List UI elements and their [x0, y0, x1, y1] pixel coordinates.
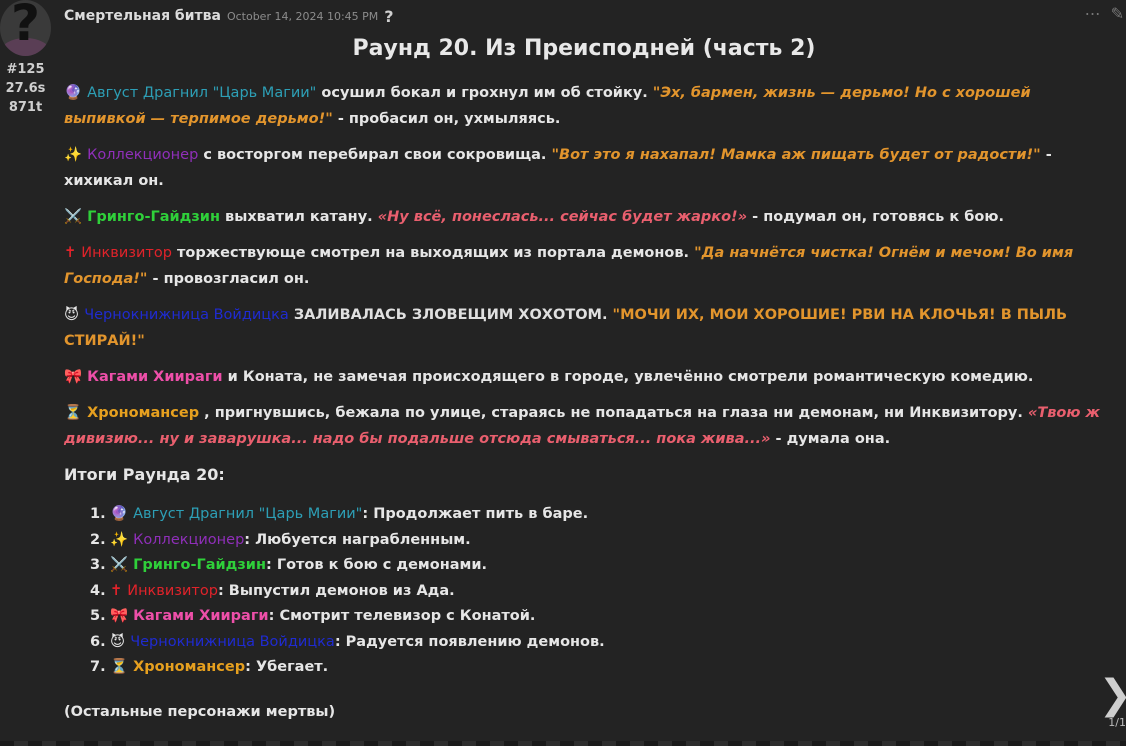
avatar[interactable]: ? — [0, 0, 51, 56]
hourglass-icon: ⏳ — [110, 659, 129, 675]
character-name-gringo: Гринго-Гайдзин — [87, 209, 220, 225]
devil-icon: 😈 — [64, 307, 80, 323]
paragraph-tail: - подумал он, готовясь к бою. — [747, 209, 1004, 225]
footer-note: (Остальные персонажи мертвы) — [64, 703, 336, 720]
character-name-collector: Коллекционер — [133, 531, 245, 548]
cross-icon: ✝ — [64, 245, 77, 261]
summary-text: : Смотрит телевизор с Конатой. — [268, 608, 536, 624]
list-item: 1. 🔮 Август Драгнил "Царь Магии": Продол… — [64, 502, 1104, 528]
list-item: 3. ⚔️ Гринго-Гайдзин: Готов к бою с демо… — [64, 553, 1104, 579]
list-item: 4. ✝ Инквизитор: Выпустил демонов из Ада… — [64, 579, 1104, 605]
question-mark-icon: ? — [10, 0, 40, 52]
paragraph-quote: «Ну всё, понеслась... сейчас будет жарко… — [377, 209, 748, 225]
character-name-avgust: Август Драгнил "Царь Магии" — [133, 506, 363, 522]
hourglass-icon: ⏳ — [64, 405, 83, 421]
paragraph-inquisitor: ✝ Инквизитор торжествующе смотрел на вых… — [64, 240, 1104, 292]
crystal-ball-icon: 🔮 — [64, 85, 83, 101]
list-number: 3. — [90, 557, 106, 573]
paragraph-action: с восторгом перебирал свои сокровища. — [198, 147, 552, 163]
summary-text: : Любуется награбленным. — [244, 531, 471, 548]
paragraph-tail: - пробасил он, ухмыляясь. — [332, 111, 561, 127]
character-name-warlock: Чернокнижница Войдицка — [84, 307, 289, 323]
paragraph-tail: - провозгласил он. — [147, 271, 310, 287]
next-arrow-icon[interactable]: ❯ — [1098, 675, 1126, 715]
paragraph-gringo: ⚔️ Гринго-Гайдзин выхватил катану. «Ну в… — [64, 204, 1104, 230]
cross-icon: ✝ — [110, 582, 123, 599]
list-number: 6. — [90, 633, 106, 650]
list-number: 2. — [90, 531, 106, 548]
paragraph-warlock: 😈 Чернокнижница Войдицка ЗАЛИВАЛАСЬ ЗЛОВ… — [64, 302, 1104, 354]
character-name-chrono: Хрономансер — [133, 659, 246, 675]
paragraph-action: торжествующе смотрел на выходящих из пор… — [171, 245, 695, 261]
post-time-stat: 27.6s — [5, 81, 46, 96]
crystal-ball-icon: 🔮 — [110, 506, 129, 522]
sparkles-icon: ✨ — [64, 147, 83, 163]
paragraph-chrono: ⏳ Хрономансер , пригнувшись, бежала по у… — [64, 400, 1104, 452]
pager: 1/1 — [1108, 716, 1126, 729]
paragraph-action: выхватил катану. — [219, 209, 378, 225]
character-name-gringo: Гринго-Гайдзин — [133, 557, 266, 573]
post-content: Раунд 20. Из Преисподней (часть 2) 🔮 Авг… — [64, 32, 1104, 725]
ribbon-icon: 🎀 — [110, 608, 129, 624]
post-title: Раунд 20. Из Преисподней (часть 2) — [352, 36, 816, 61]
paragraph-avgust: 🔮 Август Драгнил "Царь Магии" осушил бок… — [64, 80, 1104, 132]
character-name-kagami: Кагами Хиираги — [87, 369, 223, 385]
character-name-warlock: Чернокнижница Войдицка — [130, 633, 335, 650]
devil-icon: 😈 — [110, 633, 126, 650]
post-token-stat: 871t — [8, 100, 43, 115]
summary-text: : Выпустил демонов из Ада. — [217, 582, 455, 599]
summary-text: : Убегает. — [245, 659, 329, 675]
character-name-inquisitor: Инквизитор — [127, 582, 218, 599]
post-actions: ⋯ ✎ — [1085, 4, 1124, 23]
crossed-swords-icon: ⚔️ — [64, 209, 83, 225]
list-item: 5. 🎀 Кагами Хиираги: Смотрит телевизор с… — [64, 604, 1104, 630]
paragraph-action: и Коната, не замечая происходящего в гор… — [222, 369, 1034, 385]
more-options-icon[interactable]: ⋯ — [1085, 4, 1101, 23]
paragraph-action: ЗАЛИВАЛАСЬ ЗЛОВЕЩИМ ХОХОТОМ. — [288, 307, 613, 323]
list-item: 7. ⏳ Хрономансер: Убегает. — [64, 655, 1104, 681]
list-number: 5. — [90, 608, 106, 624]
post-date: October 14, 2024 10:45 PM — [226, 9, 379, 23]
summary-list: 1. 🔮 Август Драгнил "Царь Магии": Продол… — [64, 502, 1104, 681]
summary-text: : Радуется появлению демонов. — [334, 633, 605, 650]
post-number: #125 — [6, 62, 45, 77]
paragraph-action: осушил бокал и грохнул им об стойку. — [316, 85, 653, 101]
paragraph-action: , пригнувшись, бежала по улице, стараясь… — [199, 405, 1028, 421]
author-name[interactable]: Смертельная битва — [64, 8, 221, 24]
list-item: 6. 😈 Чернокнижница Войдицка: Радуется по… — [64, 630, 1104, 656]
list-number: 1. — [90, 506, 106, 522]
edit-icon[interactable]: ✎ — [1111, 4, 1124, 23]
summary-title: Итоги Раунда 20: — [64, 465, 225, 484]
character-name-chrono: Хрономансер — [87, 405, 200, 421]
help-icon[interactable]: ? — [384, 7, 393, 26]
character-name-collector: Коллекционер — [87, 147, 199, 163]
post-header: Смертельная битва October 14, 2024 10:45… — [64, 6, 394, 26]
sparkles-icon: ✨ — [110, 531, 129, 548]
paragraph-tail: - думала она. — [770, 431, 891, 447]
paragraph-quote: "Вот это я нахапал! Мамка аж пищать буде… — [551, 147, 1041, 163]
post-stats: #125 27.6s 871t — [0, 60, 51, 117]
character-name-kagami: Кагами Хиираги — [133, 608, 269, 624]
summary-text: : Продолжает пить в баре. — [362, 506, 589, 522]
summary-text: : Готов к бою с демонами. — [265, 557, 488, 573]
bottom-border — [0, 741, 1126, 746]
list-item: 2. ✨ Коллекционер: Любуется награбленным… — [64, 528, 1104, 554]
ribbon-icon: 🎀 — [64, 369, 83, 385]
list-number: 7. — [90, 659, 106, 675]
paragraph-collector: ✨ Коллекционер с восторгом перебирал сво… — [64, 142, 1104, 194]
paragraph-kagami: 🎀 Кагами Хиираги и Коната, не замечая пр… — [64, 364, 1104, 390]
character-name-inquisitor: Инквизитор — [81, 245, 172, 261]
character-name-avgust: Август Драгнил "Царь Магии" — [87, 85, 317, 101]
crossed-swords-icon: ⚔️ — [110, 557, 129, 573]
list-number: 4. — [90, 582, 106, 599]
